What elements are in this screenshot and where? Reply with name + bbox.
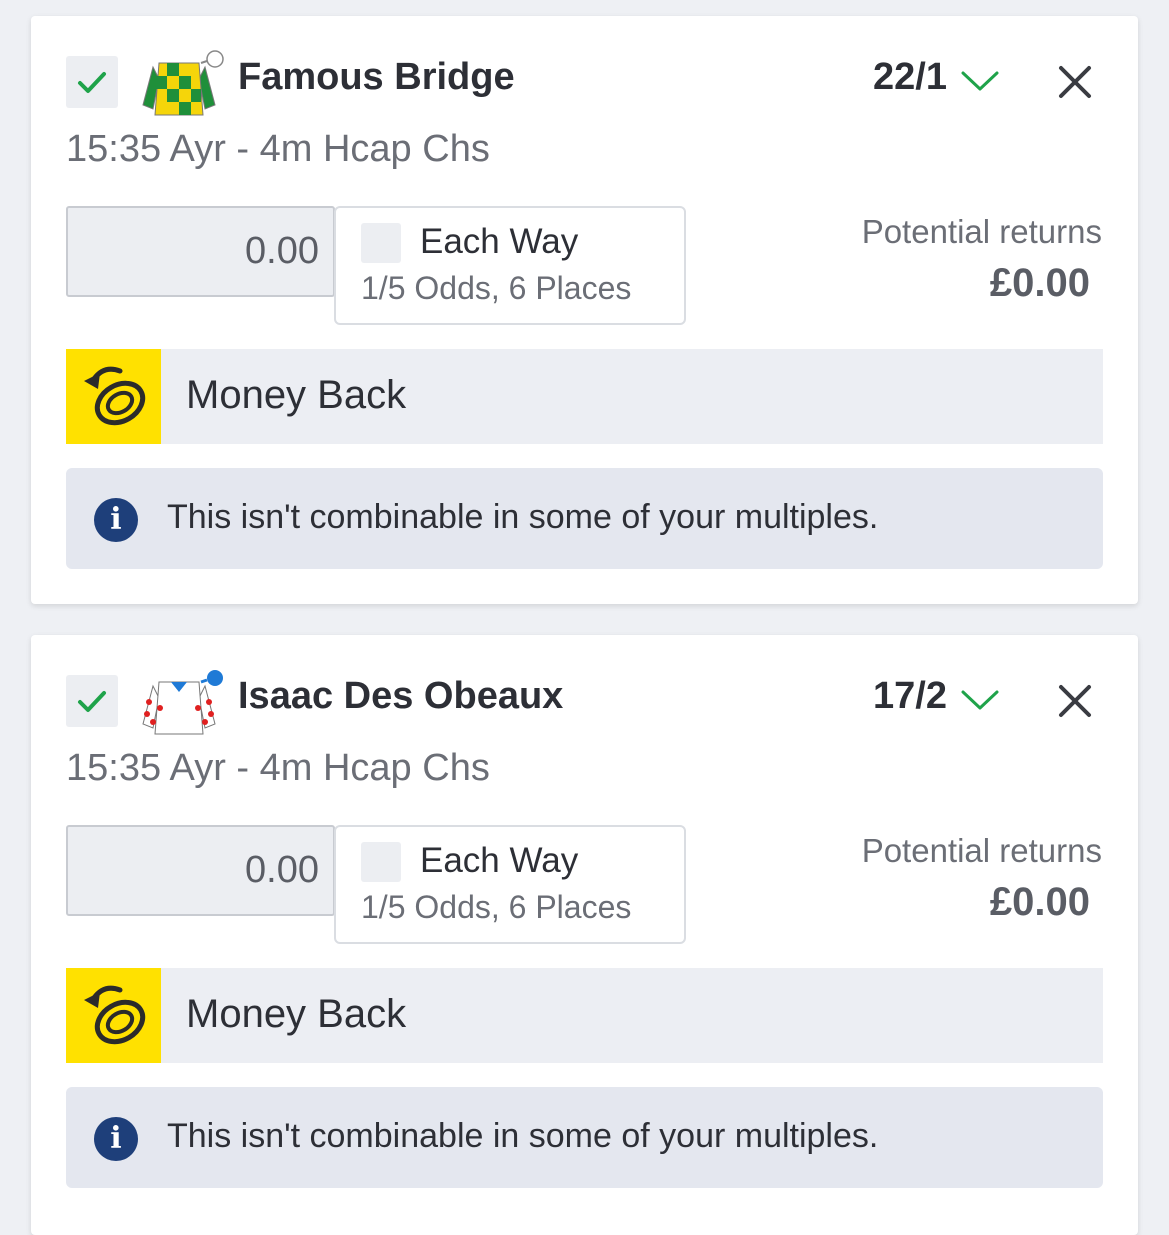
money-back-coin-icon <box>84 366 146 426</box>
money-back-coin-icon <box>84 985 146 1045</box>
jockey-silks-icon <box>142 670 223 735</box>
potential-returns-value: £0.00 <box>989 880 1090 924</box>
chevron-down-icon[interactable] <box>959 68 1001 94</box>
money-back-offer: Money Back <box>66 968 1103 1063</box>
race-info: 15:35 Ayr - 4m Hcap Chs <box>66 128 490 170</box>
each-way-toggle[interactable]: Each Way 1/5 Odds, 6 Places <box>334 825 686 944</box>
runner-name: Isaac Des Obeaux <box>238 675 564 717</box>
close-icon[interactable] <box>1057 64 1093 100</box>
race-info: 15:35 Ayr - 4m Hcap Chs <box>66 747 490 789</box>
bet-card: Famous Bridge 22/1 15:35 Ayr - 4m Hcap C… <box>31 16 1138 604</box>
info-text: This isn't combinable in some of your mu… <box>167 1117 879 1155</box>
each-way-label: Each Way <box>420 222 579 261</box>
runner-name: Famous Bridge <box>238 56 515 98</box>
potential-returns-label: Potential returns <box>861 213 1102 250</box>
selection-checkbox[interactable] <box>66 675 118 727</box>
selection-checkbox[interactable] <box>66 56 118 108</box>
each-way-terms: 1/5 Odds, 6 Places <box>361 889 632 925</box>
stake-input[interactable] <box>66 825 335 916</box>
money-back-offer: Money Back <box>66 349 1103 444</box>
money-back-label: Money Back <box>186 992 407 1036</box>
each-way-terms: 1/5 Odds, 6 Places <box>361 270 632 306</box>
potential-returns-value: £0.00 <box>989 261 1090 305</box>
chevron-down-icon[interactable] <box>959 687 1001 713</box>
odds-price[interactable]: 17/2 <box>873 675 947 718</box>
checkmark-icon <box>78 72 106 93</box>
checkmark-icon <box>78 691 106 712</box>
stake-input[interactable] <box>66 206 335 297</box>
jockey-silks-icon <box>142 50 224 116</box>
money-back-badge <box>66 968 161 1063</box>
odds-price[interactable]: 22/1 <box>873 56 947 99</box>
bet-card: Isaac Des Obeaux 17/2 15:35 Ayr - 4m Hca… <box>31 635 1138 1235</box>
potential-returns-label: Potential returns <box>861 832 1102 869</box>
each-way-checkbox[interactable] <box>361 842 401 882</box>
info-text: This isn't combinable in some of your mu… <box>167 498 879 536</box>
info-icon: i <box>94 498 138 542</box>
info-icon: i <box>94 1117 138 1161</box>
info-banner: i This isn't combinable in some of your … <box>66 1087 1103 1188</box>
each-way-toggle[interactable]: Each Way 1/5 Odds, 6 Places <box>334 206 686 325</box>
close-icon[interactable] <box>1057 683 1093 719</box>
each-way-label: Each Way <box>420 841 579 880</box>
money-back-label: Money Back <box>186 373 407 417</box>
info-banner: i This isn't combinable in some of your … <box>66 468 1103 569</box>
each-way-checkbox[interactable] <box>361 223 401 263</box>
money-back-badge <box>66 349 161 444</box>
